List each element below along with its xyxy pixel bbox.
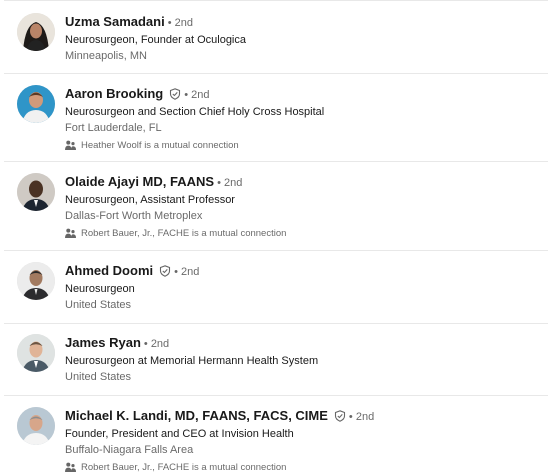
- mutual-connection[interactable]: Robert Bauer, Jr., FACHE is a mutual con…: [65, 227, 548, 242]
- location: Minneapolis, MN: [65, 50, 147, 62]
- person-name[interactable]: Aaron Brooking: [65, 86, 163, 101]
- location: Dallas-Fort Worth Metroplex: [65, 210, 203, 222]
- person-name[interactable]: Michael K. Landi, MD, FAANS, FACS, CIME: [65, 408, 328, 423]
- search-results-list: Uzma Samadani • 2nd Neurosurgeon, Founder…: [0, 0, 548, 474]
- degree-label: 2nd: [181, 266, 200, 278]
- person-name[interactable]: Ahmed Doomi: [65, 263, 153, 278]
- person-name[interactable]: James Ryan: [65, 335, 141, 350]
- degree-label: 2nd: [150, 338, 170, 350]
- degree-label: 2nd: [191, 89, 210, 101]
- list-item[interactable]: James Ryan • 2nd Neurosurgeon at Memorial…: [0, 323, 548, 395]
- verified-icon: [159, 264, 171, 282]
- location: United States: [65, 299, 132, 311]
- verified-icon: [169, 87, 181, 105]
- list-item[interactable]: Michael K. Landi, MD, FAANS, FACS, CIME •…: [0, 395, 548, 474]
- location: Buffalo-Niagara Falls Area: [65, 444, 194, 456]
- mutual-connection-text: Robert Bauer, Jr., FACHE is a mutual con…: [81, 462, 287, 473]
- connection-degree: • 2nd: [143, 338, 170, 350]
- location: United States: [65, 371, 132, 383]
- connection-degree: • 2nd: [217, 177, 243, 189]
- avatar[interactable]: [17, 13, 55, 51]
- mutual-connection-text: Heather Woolf is a mutual connection: [81, 140, 239, 151]
- list-item[interactable]: Aaron Brooking • 2nd Neurosurgeon and Sec…: [0, 73, 548, 161]
- people-icon: [65, 228, 76, 242]
- headline: Neurosurgeon and Section Chief Holy Cros…: [65, 106, 325, 118]
- degree-label: 2nd: [355, 411, 375, 423]
- people-icon: [65, 140, 76, 154]
- headline: Neurosurgeon, Founder at Oculogica: [65, 34, 246, 46]
- avatar[interactable]: [17, 334, 55, 372]
- degree-label: 2nd: [174, 17, 193, 29]
- list-item[interactable]: Uzma Samadani • 2nd Neurosurgeon, Founder…: [0, 0, 548, 73]
- headline: Founder, President and CEO at Invision H…: [65, 428, 294, 440]
- avatar[interactable]: [17, 85, 55, 123]
- avatar[interactable]: [17, 407, 55, 445]
- mutual-connection[interactable]: Heather Woolf is a mutual connection: [65, 139, 548, 154]
- connection-degree: • 2nd: [174, 266, 200, 278]
- headline: Neurosurgeon, Assistant Professor: [65, 194, 235, 206]
- degree-label: 2nd: [223, 177, 243, 189]
- person-name[interactable]: Olaide Ajayi MD, FAANS: [65, 174, 214, 189]
- verified-icon: [334, 409, 346, 427]
- avatar[interactable]: [17, 173, 55, 211]
- headline: Neurosurgeon: [65, 283, 135, 295]
- connection-degree: • 2nd: [184, 89, 210, 101]
- list-item[interactable]: Olaide Ajayi MD, FAANS • 2nd Neurosurgeon…: [0, 161, 548, 250]
- location: Fort Lauderdale, FL: [65, 122, 162, 134]
- connection-degree: • 2nd: [167, 17, 193, 29]
- connection-degree: • 2nd: [348, 411, 375, 423]
- headline: Neurosurgeon at Memorial Hermann Health …: [65, 355, 319, 367]
- avatar[interactable]: [17, 262, 55, 300]
- list-item[interactable]: Ahmed Doomi • 2nd Neurosurgeon United Sta…: [0, 250, 548, 323]
- mutual-connection-text: Robert Bauer, Jr., FACHE is a mutual con…: [81, 228, 287, 239]
- person-name[interactable]: Uzma Samadani: [65, 14, 165, 29]
